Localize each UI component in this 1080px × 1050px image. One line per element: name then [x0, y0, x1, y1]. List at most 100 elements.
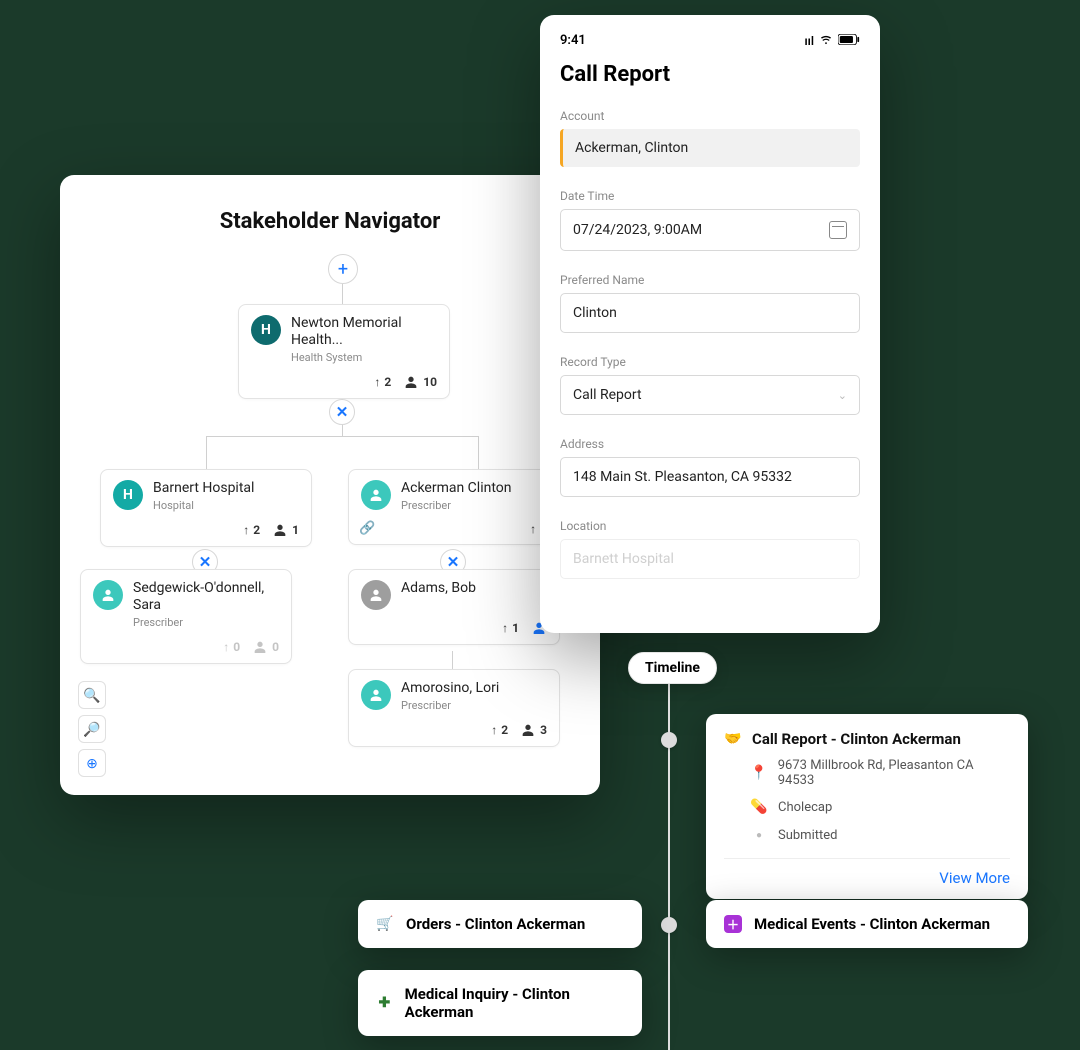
node-subtype: Prescriber	[401, 699, 499, 712]
label-address: Address	[560, 437, 860, 451]
node-parents: ↑ 2	[243, 522, 260, 538]
product-icon: 💊	[750, 798, 768, 816]
card-product: Cholecap	[778, 800, 832, 815]
card-title: Medical Inquiry - Clinton Ackerman	[405, 985, 624, 1021]
record-type-select[interactable]: Call Report ⌄	[560, 375, 860, 415]
status-dot-icon: ●	[750, 826, 768, 844]
hospital-icon: H	[251, 315, 281, 345]
zoom-out-button[interactable]: 🔎	[78, 715, 106, 743]
prefname-value: Clinton	[573, 305, 617, 321]
label-location: Location	[560, 519, 860, 533]
phone-title: Call Report	[560, 62, 860, 87]
prescriber-icon	[361, 580, 391, 610]
timeline-card-orders[interactable]: 🛒 Orders - Clinton Ackerman	[358, 900, 642, 948]
medical-event-icon: ＋	[724, 915, 742, 933]
calendar-icon[interactable]	[829, 221, 847, 239]
datetime-field[interactable]: 07/24/2023, 9:00AM	[560, 209, 860, 251]
node-adams[interactable]: Adams, Bob ↑ 1	[348, 569, 560, 645]
zoom-in-button[interactable]: 🔍	[78, 681, 106, 709]
prescriber-icon	[361, 680, 391, 710]
location-value: Barnett Hospital	[573, 551, 674, 567]
stakeholder-navigator-panel: Stakeholder Navigator + H Newton Memoria…	[60, 175, 600, 795]
node-children: 0	[252, 639, 279, 655]
status-time: 9:41	[560, 33, 586, 48]
prescriber-icon	[93, 580, 123, 610]
link-icon[interactable]: 🔗	[359, 521, 375, 536]
card-address: 9673 Millbrook Rd, Pleasanton CA 94533	[778, 758, 1010, 788]
node-amorosino[interactable]: Amorosino, Lori Prescriber ↑ 2 3	[348, 669, 560, 747]
org-tree: + H Newton Memorial Health... Health Sys…	[80, 254, 580, 774]
timeline-card-medical-inquiry[interactable]: ✚ Medical Inquiry - Clinton Ackerman	[358, 970, 642, 1036]
account-field[interactable]: Ackerman, Clinton	[560, 129, 860, 167]
zoom-center-button[interactable]: ⊕	[78, 749, 106, 777]
datetime-value: 07/24/2023, 9:00AM	[573, 222, 702, 238]
connector	[206, 436, 207, 469]
node-parents: ↑ 2	[491, 722, 508, 738]
connector	[478, 436, 479, 469]
node-barnert-hospital[interactable]: H Barnert Hospital Hospital ↑ 2 1	[100, 469, 312, 547]
label-account: Account	[560, 109, 860, 123]
node-name: Barnert Hospital	[153, 480, 254, 497]
node-name: Sedgewick-O'donnell, Sara	[133, 580, 279, 614]
node-name: Newton Memorial Health...	[291, 315, 437, 349]
timeline-card-call-report[interactable]: 🤝 Call Report - Clinton Ackerman 📍 9673 …	[706, 714, 1028, 899]
location-pin-icon: 📍	[750, 764, 768, 782]
handshake-icon: 🤝	[724, 730, 742, 748]
signal-icon: ııl	[804, 34, 814, 48]
node-name: Amorosino, Lori	[401, 680, 499, 697]
node-subtype: Prescriber	[133, 616, 279, 629]
timeline-label: Timeline	[628, 652, 717, 684]
node-parents: ↑ 2	[374, 374, 391, 390]
card-title: Orders - Clinton Ackerman	[406, 915, 585, 933]
connector	[342, 284, 343, 304]
connector	[452, 651, 453, 669]
node-ackerman-clinton[interactable]: Ackerman Clinton Prescriber 🔗 ↑ 3	[348, 469, 560, 545]
label-rectype: Record Type	[560, 355, 860, 369]
timeline-dot	[661, 732, 677, 748]
node-name: Adams, Bob	[401, 580, 476, 597]
page-title: Stakeholder Navigator	[80, 209, 580, 234]
person-icon	[252, 639, 268, 655]
card-status: Submitted	[778, 828, 837, 843]
rectype-value: Call Report	[573, 387, 642, 403]
node-parents: ↑ 0	[223, 639, 240, 655]
view-more-link[interactable]: View More	[724, 869, 1010, 887]
card-title: Medical Events - Clinton Ackerman	[754, 915, 990, 933]
status-icons: ııl	[804, 33, 860, 48]
medical-inquiry-icon: ✚	[376, 994, 393, 1012]
person-icon	[272, 522, 288, 538]
battery-icon	[838, 34, 860, 48]
wifi-icon	[819, 34, 833, 48]
node-name: Ackerman Clinton	[401, 480, 512, 497]
node-subtype: Hospital	[153, 499, 254, 512]
location-field[interactable]: Barnett Hospital	[560, 539, 860, 579]
call-report-panel: 9:41 ııl Call Report Account Ackerman, C…	[540, 15, 880, 633]
connector	[206, 436, 478, 437]
node-parents: ↑ 1	[502, 620, 519, 636]
prescriber-icon	[361, 480, 391, 510]
node-sedgewick[interactable]: Sedgewick-O'donnell, Sara Prescriber ↑ 0…	[80, 569, 292, 664]
timeline-dot	[661, 917, 677, 933]
node-subtype: Health System	[291, 351, 437, 364]
chevron-down-icon: ⌄	[838, 389, 847, 402]
person-icon	[520, 722, 536, 738]
address-value: 148 Main St. Pleasanton, CA 95332	[573, 469, 792, 485]
cart-icon: 🛒	[376, 915, 394, 933]
add-node-button[interactable]: +	[328, 254, 358, 284]
node-children: 10	[403, 374, 437, 390]
connector	[342, 424, 343, 436]
label-datetime: Date Time	[560, 189, 860, 203]
account-value: Ackerman, Clinton	[563, 129, 860, 167]
node-newton-memorial[interactable]: H Newton Memorial Health... Health Syste…	[238, 304, 450, 399]
timeline-card-medical-events[interactable]: ＋ Medical Events - Clinton Ackerman	[706, 900, 1028, 948]
node-children: 3	[520, 722, 547, 738]
preferred-name-field[interactable]: Clinton	[560, 293, 860, 333]
node-children: 1	[272, 522, 299, 538]
address-field[interactable]: 148 Main St. Pleasanton, CA 95332	[560, 457, 860, 497]
collapse-root-button[interactable]: ✕	[329, 399, 355, 425]
card-title: Call Report - Clinton Ackerman	[752, 730, 961, 748]
hospital-icon: H	[113, 480, 143, 510]
person-icon	[403, 374, 419, 390]
label-prefname: Preferred Name	[560, 273, 860, 287]
node-subtype: Prescriber	[401, 499, 512, 512]
